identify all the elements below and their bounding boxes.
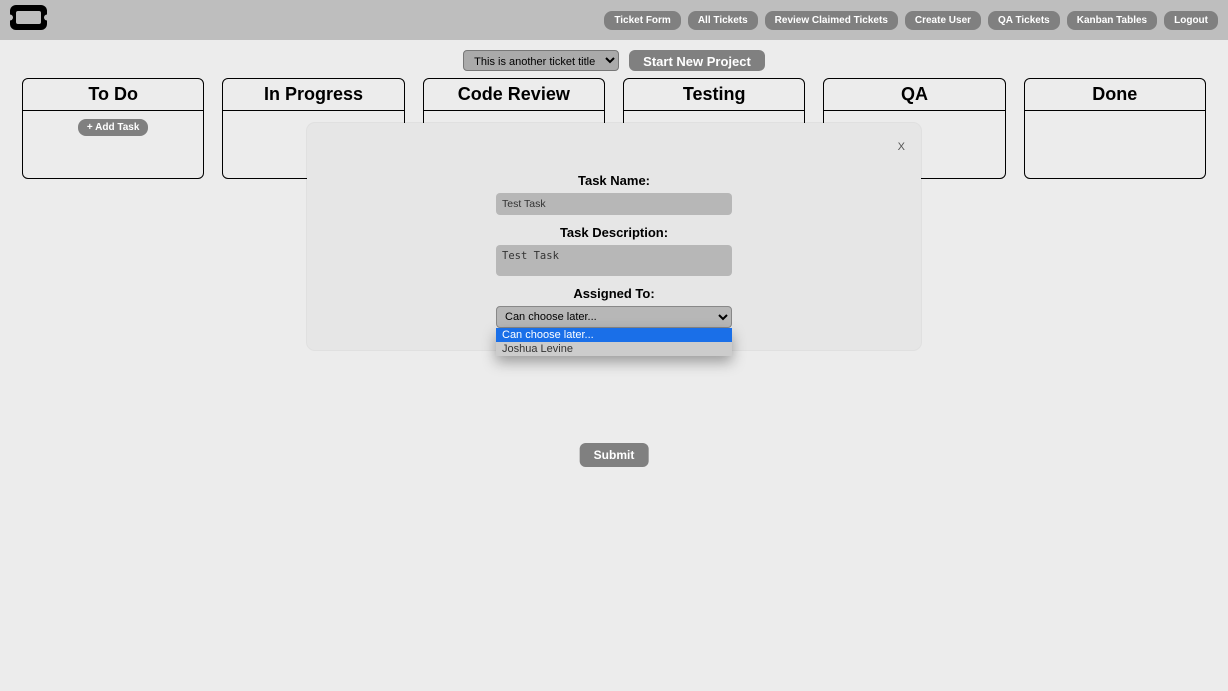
nav-all-tickets[interactable]: All Tickets	[688, 11, 758, 30]
modal-close-button[interactable]: X	[898, 141, 905, 153]
ticket-logo-icon	[10, 5, 47, 30]
column-header: QA	[824, 79, 1004, 111]
topbar: Ticket Form All Tickets Review Claimed T…	[0, 0, 1228, 40]
assigned-dropdown: Can choose later... Joshua Levine	[496, 328, 732, 356]
column-body: + Add Task	[23, 111, 203, 144]
nav-buttons: Ticket Form All Tickets Review Claimed T…	[604, 11, 1218, 30]
task-name-input[interactable]	[496, 193, 732, 215]
task-desc-label: Task Description:	[560, 225, 668, 240]
toolbar: This is another ticket title Start New P…	[0, 40, 1228, 78]
logo	[10, 5, 47, 35]
column-body	[1025, 111, 1205, 127]
nav-review-claimed[interactable]: Review Claimed Tickets	[765, 11, 898, 30]
task-desc-input[interactable]	[496, 245, 732, 276]
column-header: Code Review	[424, 79, 604, 111]
column-header: To Do	[23, 79, 203, 111]
modal-content: Task Name: Task Description: Assigned To…	[307, 123, 921, 328]
nav-ticket-form[interactable]: Ticket Form	[604, 11, 681, 30]
column-header: In Progress	[223, 79, 403, 111]
nav-create-user[interactable]: Create User	[905, 11, 981, 30]
dropdown-option-user[interactable]: Joshua Levine	[496, 342, 732, 356]
add-task-button[interactable]: + Add Task	[78, 119, 149, 136]
assigned-select-wrap: Can choose later... Can choose later... …	[496, 306, 732, 328]
submit-button[interactable]: Submit	[580, 443, 649, 467]
column-header: Testing	[624, 79, 804, 111]
dropdown-option-placeholder[interactable]: Can choose later...	[496, 328, 732, 342]
nav-qa-tickets[interactable]: QA Tickets	[988, 11, 1060, 30]
start-new-project-button[interactable]: Start New Project	[629, 50, 765, 71]
assigned-to-select[interactable]: Can choose later...	[496, 306, 732, 328]
column-header: Done	[1025, 79, 1205, 111]
column-done: Done	[1024, 78, 1206, 179]
nav-kanban-tables[interactable]: Kanban Tables	[1067, 11, 1157, 30]
project-select[interactable]: This is another ticket title	[463, 50, 619, 71]
nav-logout[interactable]: Logout	[1164, 11, 1218, 30]
add-task-modal: X Task Name: Task Description: Assigned …	[307, 123, 921, 350]
assigned-to-label: Assigned To:	[573, 286, 654, 301]
column-todo: To Do + Add Task	[22, 78, 204, 179]
task-name-label: Task Name:	[578, 173, 650, 188]
